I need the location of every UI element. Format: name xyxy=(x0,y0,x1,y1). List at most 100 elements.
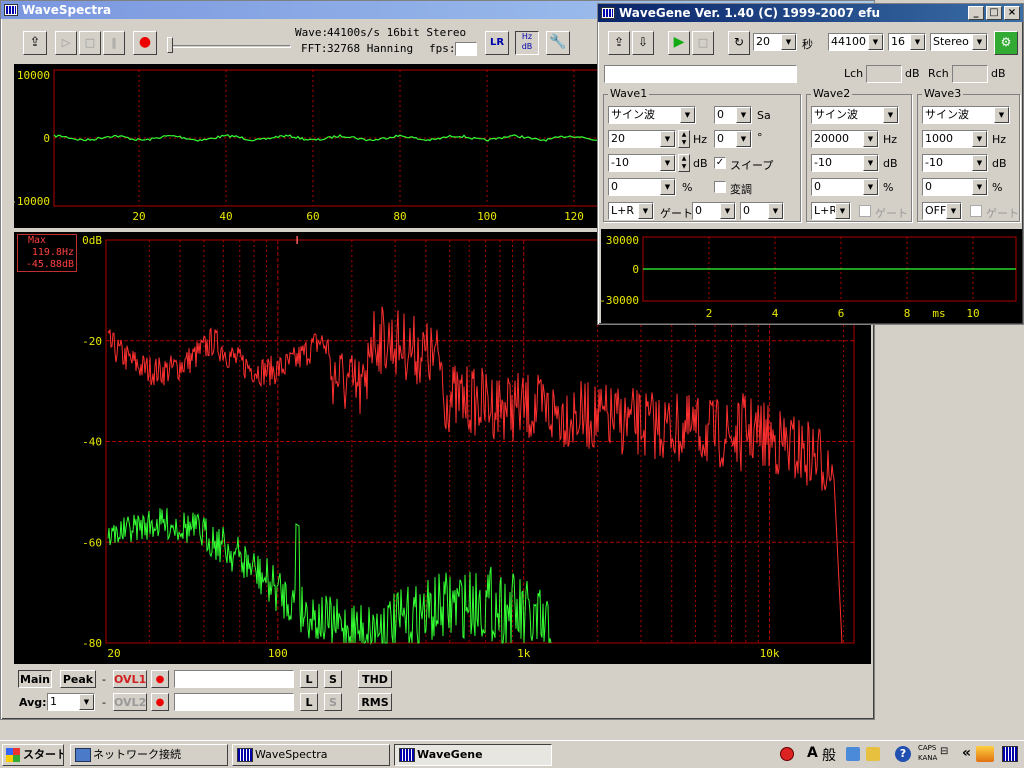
wave3-freq-select[interactable]: 1000 ▼ xyxy=(922,130,988,148)
chevron-down-icon[interactable]: ▼ xyxy=(863,131,878,147)
chevron-down-icon[interactable]: ▼ xyxy=(972,155,987,171)
start-button[interactable]: スタート xyxy=(2,744,64,766)
peak-button[interactable]: Peak xyxy=(60,670,96,688)
chevron-down-icon[interactable]: ▼ xyxy=(994,107,1009,123)
chevron-down-icon[interactable]: ▼ xyxy=(835,203,850,219)
taskbar-item-wavegene[interactable]: WaveGene xyxy=(394,744,552,766)
ime-tool-icon[interactable] xyxy=(780,747,794,761)
minimize-button[interactable]: _ xyxy=(968,6,984,20)
tray-chevron[interactable]: « xyxy=(962,745,971,761)
open-file-button[interactable]: ⇪ xyxy=(23,31,47,55)
chevron-down-icon[interactable]: ▼ xyxy=(972,131,987,147)
filename-field[interactable] xyxy=(604,65,797,83)
tray-options-icon[interactable]: ⊟ xyxy=(940,746,948,757)
wave1-freq-select[interactable]: 20 ▼ xyxy=(608,130,676,148)
gene-loop-button[interactable]: ↻ xyxy=(728,31,750,55)
wave1-gate1-select[interactable]: 0 ▼ xyxy=(692,202,736,220)
ovl2-l-button[interactable]: L xyxy=(300,693,318,711)
chevron-down-icon[interactable]: ▼ xyxy=(660,131,675,147)
wave2-level-select[interactable]: -10 ▼ xyxy=(811,154,879,172)
ovl1-record-button[interactable]: ● xyxy=(151,670,169,688)
hz-db-button[interactable]: Hz dB xyxy=(515,31,539,55)
wave3-pct-select[interactable]: 0 ▼ xyxy=(922,178,988,196)
wave1-sa-select[interactable]: 0 ▼ xyxy=(714,106,752,124)
chevron-down-icon[interactable]: ▼ xyxy=(863,155,878,171)
thd-button[interactable]: THD xyxy=(358,670,392,688)
wave1-type-select[interactable]: サイン波 ▼ xyxy=(608,106,696,124)
chevron-down-icon[interactable]: ▼ xyxy=(768,203,783,219)
ime-input-mode[interactable]: A xyxy=(807,745,818,761)
ovl2-field[interactable] xyxy=(174,693,294,711)
stop-button[interactable]: □ xyxy=(79,31,101,55)
chevron-down-icon[interactable]: ▼ xyxy=(79,694,94,710)
position-slider[interactable] xyxy=(167,37,291,53)
pause-button[interactable]: ‖ xyxy=(103,31,125,55)
wave1-level-spinner[interactable]: ▲ ▼ xyxy=(678,154,690,172)
wave1-sweep-checkbox[interactable]: ✓ xyxy=(714,157,726,169)
wave1-freq-spinner[interactable]: ▲ ▼ xyxy=(678,130,690,148)
chevron-down-icon[interactable]: ▼ xyxy=(736,131,751,147)
chevron-down-icon[interactable]: ▼ xyxy=(868,34,883,50)
chevron-down-icon[interactable]: ▼ xyxy=(972,34,987,50)
wave2-type-select[interactable]: サイン波 ▼ xyxy=(811,106,899,124)
help-icon[interactable]: ? xyxy=(895,746,911,762)
wave3-gate-checkbox[interactable] xyxy=(970,205,982,217)
ime-conversion-mode[interactable]: 般 xyxy=(822,745,836,765)
ovl1-field[interactable] xyxy=(174,670,294,688)
chevron-down-icon[interactable]: ▼ xyxy=(736,107,751,123)
gene-open-button[interactable]: ⇪ xyxy=(608,31,630,55)
ime-pad-icon[interactable] xyxy=(866,747,880,761)
gene-settings-button[interactable]: ⚙ xyxy=(994,31,1018,55)
wave3-type-select[interactable]: サイン波 ▼ xyxy=(922,106,1010,124)
chevron-down-icon[interactable]: ▼ xyxy=(638,203,653,219)
ovl1-l-button[interactable]: L xyxy=(300,670,318,688)
bits-select[interactable]: 16 ▼ xyxy=(888,33,926,51)
gene-save-button[interactable]: ⇩ xyxy=(632,31,654,55)
wave2-gate-checkbox[interactable] xyxy=(859,205,871,217)
close-button[interactable]: × xyxy=(1004,6,1020,20)
ovl2-record-button[interactable]: ● xyxy=(151,693,169,711)
chevron-down-icon[interactable]: ▼ xyxy=(946,203,961,219)
wave1-gate2-select[interactable]: 0 ▼ xyxy=(740,202,784,220)
wave1-level-select[interactable]: -10 ▼ xyxy=(608,154,676,172)
avg-select[interactable]: 1 ▼ xyxy=(47,693,95,711)
chevron-down-icon[interactable]: ▼ xyxy=(972,179,987,195)
wave2-route-select[interactable]: L+R ▼ xyxy=(811,202,851,220)
chevron-down-icon[interactable]: ▼ xyxy=(720,203,735,219)
ime-indicator-icon[interactable] xyxy=(976,746,994,762)
chevron-down-icon[interactable]: ▼ xyxy=(660,155,675,171)
chevron-down-icon[interactable]: ▼ xyxy=(910,34,925,50)
record-button[interactable]: ● xyxy=(133,31,157,55)
play-button[interactable]: ▷ xyxy=(55,31,77,55)
taskbar-item-network[interactable]: ネットワーク接続 xyxy=(70,744,228,766)
wave1-phase-select[interactable]: 0 ▼ xyxy=(714,130,752,148)
ime-dictionary-icon[interactable] xyxy=(846,747,860,761)
slider-thumb[interactable] xyxy=(167,37,173,53)
rms-button[interactable]: RMS xyxy=(358,693,392,711)
chevron-down-icon[interactable]: ▼ xyxy=(660,179,675,195)
ovl1-s-button[interactable]: S xyxy=(324,670,342,688)
chevron-down-icon[interactable]: ▼ xyxy=(680,107,695,123)
wave3-level-select[interactable]: -10 ▼ xyxy=(922,154,988,172)
gene-stop-button[interactable]: □ xyxy=(692,31,714,55)
wave2-pct-select[interactable]: 0 ▼ xyxy=(811,178,879,196)
settings-wrench-button[interactable]: 🔧 xyxy=(546,31,570,55)
wave3-route-select[interactable]: OFF ▼ xyxy=(922,202,962,220)
channels-select[interactable]: Stereo ▼ xyxy=(930,33,988,51)
wave1-route-select[interactable]: L+R ▼ xyxy=(608,202,654,220)
ovl1-button[interactable]: OVL1 xyxy=(113,670,147,688)
wavegene-titlebar[interactable]: WaveGene Ver. 1.40 (C) 1999-2007 efu _ □… xyxy=(598,4,1023,22)
main-button[interactable]: Main xyxy=(18,670,52,688)
wave2-freq-select[interactable]: 20000 ▼ xyxy=(811,130,879,148)
taskbar-item-wavespectra[interactable]: WaveSpectra xyxy=(232,744,390,766)
wave1-mod-checkbox[interactable] xyxy=(714,181,726,193)
gene-play-button[interactable]: ▶ xyxy=(668,31,690,55)
ovl2-button[interactable]: OVL2 xyxy=(113,693,147,711)
maximize-button[interactable]: □ xyxy=(986,6,1002,20)
chevron-down-icon[interactable]: ▼ xyxy=(883,107,898,123)
wave1-pct-select[interactable]: 0 ▼ xyxy=(608,178,676,196)
duration-select[interactable]: 20 ▼ xyxy=(753,33,797,51)
tray-app-icon[interactable] xyxy=(1002,746,1018,762)
lr-button[interactable]: LR xyxy=(485,31,509,55)
chevron-down-icon[interactable]: ▼ xyxy=(863,179,878,195)
